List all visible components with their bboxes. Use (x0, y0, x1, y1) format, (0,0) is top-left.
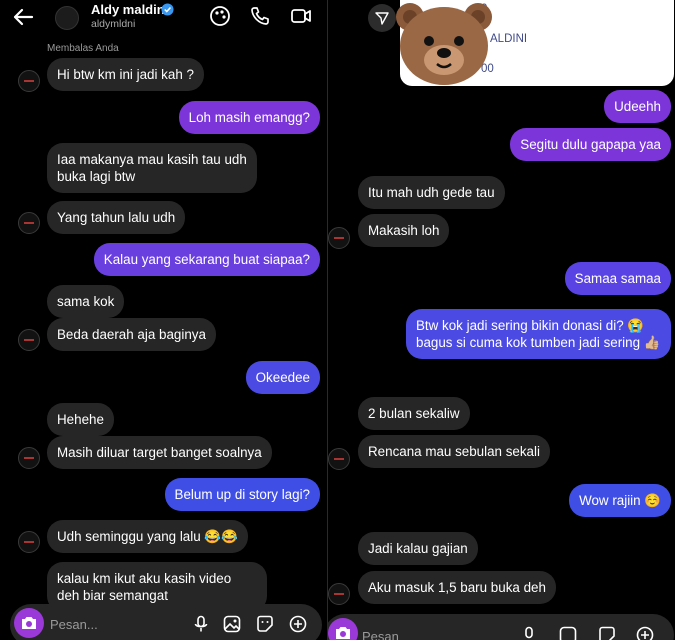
message-outgoing[interactable]: Btw kok jadi sering bikin donasi di? 😭 b… (406, 309, 671, 359)
avatar[interactable] (55, 6, 79, 30)
message-outgoing[interactable]: Wow rajiin ☺️ (569, 484, 671, 517)
message-input[interactable]: Pesan (362, 629, 399, 640)
bear-face-sticker (396, 3, 492, 85)
message-outgoing[interactable]: Loh masih emangg? (178, 101, 320, 134)
message-composer[interactable]: Pesan... (10, 604, 322, 640)
avatar (328, 227, 350, 249)
theme-palette-icon[interactable] (209, 5, 231, 27)
phone-call-icon[interactable] (249, 5, 271, 27)
verified-badge-icon (161, 3, 174, 16)
message-incoming[interactable]: sama kok (47, 285, 125, 318)
contact-name[interactable]: Aldy maldini (91, 2, 168, 17)
camera-icon (336, 627, 350, 639)
camera-button[interactable] (14, 608, 44, 638)
gallery-icon[interactable] (559, 626, 577, 640)
camera-button[interactable] (328, 618, 358, 640)
message-incoming[interactable]: Beda daerah aja baginya (47, 318, 216, 351)
avatar (18, 70, 40, 92)
shared-card-text: ALDINI (490, 33, 528, 45)
message-input[interactable]: Pesan... (50, 617, 98, 632)
chat-header: Aldy maldini aldymldni (0, 0, 327, 38)
message-outgoing[interactable]: Okeedee (245, 361, 320, 394)
message-outgoing[interactable]: Segitu dulu gapapa yaa (510, 128, 671, 161)
message-incoming[interactable]: Jadi kalau gajian (358, 532, 478, 565)
message-composer[interactable]: Pesan (328, 614, 674, 640)
add-icon[interactable] (636, 626, 654, 640)
send-icon (375, 12, 389, 25)
message-incoming[interactable]: Rencana mau sebulan sekali (358, 435, 550, 468)
contact-username: aldymldni (91, 18, 136, 30)
sticker-icon[interactable] (598, 626, 616, 640)
back-arrow-icon[interactable] (10, 4, 36, 30)
message-incoming[interactable]: Makasih loh (358, 214, 450, 247)
avatar (328, 448, 350, 470)
message-incoming[interactable]: Itu mah udh gede tau (358, 176, 505, 209)
avatar (18, 329, 40, 351)
right-chat-screenshot: 0 ALDINI 00 Udeehh Segitu dulu gapapa ya… (328, 0, 675, 640)
add-icon[interactable] (289, 615, 307, 633)
message-incoming[interactable]: Masih diluar target banget soalnya (47, 436, 272, 469)
reply-label: Membalas Anda (47, 43, 119, 54)
microphone-icon[interactable] (520, 626, 538, 640)
left-chat-screenshot: Aldy maldini aldymldni Membalas Anda Hi … (0, 0, 327, 640)
message-incoming[interactable]: Yang tahun lalu udh (47, 201, 186, 234)
message-outgoing[interactable]: Samaa samaa (564, 262, 671, 295)
video-call-icon[interactable] (290, 5, 312, 27)
avatar (18, 212, 40, 234)
gallery-icon[interactable] (223, 615, 241, 633)
message-incoming[interactable]: Udh seminggu yang lalu 😂😂 (47, 520, 248, 553)
message-incoming[interactable]: Hi btw km ini jadi kah ? (47, 58, 204, 91)
message-incoming[interactable]: Aku masuk 1,5 baru buka deh (358, 571, 556, 604)
avatar (18, 447, 40, 469)
sticker-icon[interactable] (256, 615, 274, 633)
avatar (328, 583, 350, 605)
message-outgoing[interactable]: Kalau yang sekarang buat siapaa? (93, 243, 320, 276)
message-incoming[interactable]: Iaa makanya mau kasih tau udh buka lagi … (47, 143, 257, 193)
message-incoming[interactable]: Hehehe (47, 403, 114, 436)
message-outgoing[interactable]: Udeehh (604, 90, 671, 123)
message-outgoing[interactable]: Belum up di story lagi? (164, 478, 320, 511)
share-button[interactable] (368, 4, 396, 32)
microphone-icon[interactable] (192, 615, 210, 633)
avatar (18, 531, 40, 553)
camera-icon (22, 617, 36, 629)
message-incoming[interactable]: 2 bulan sekaliw (358, 397, 470, 430)
